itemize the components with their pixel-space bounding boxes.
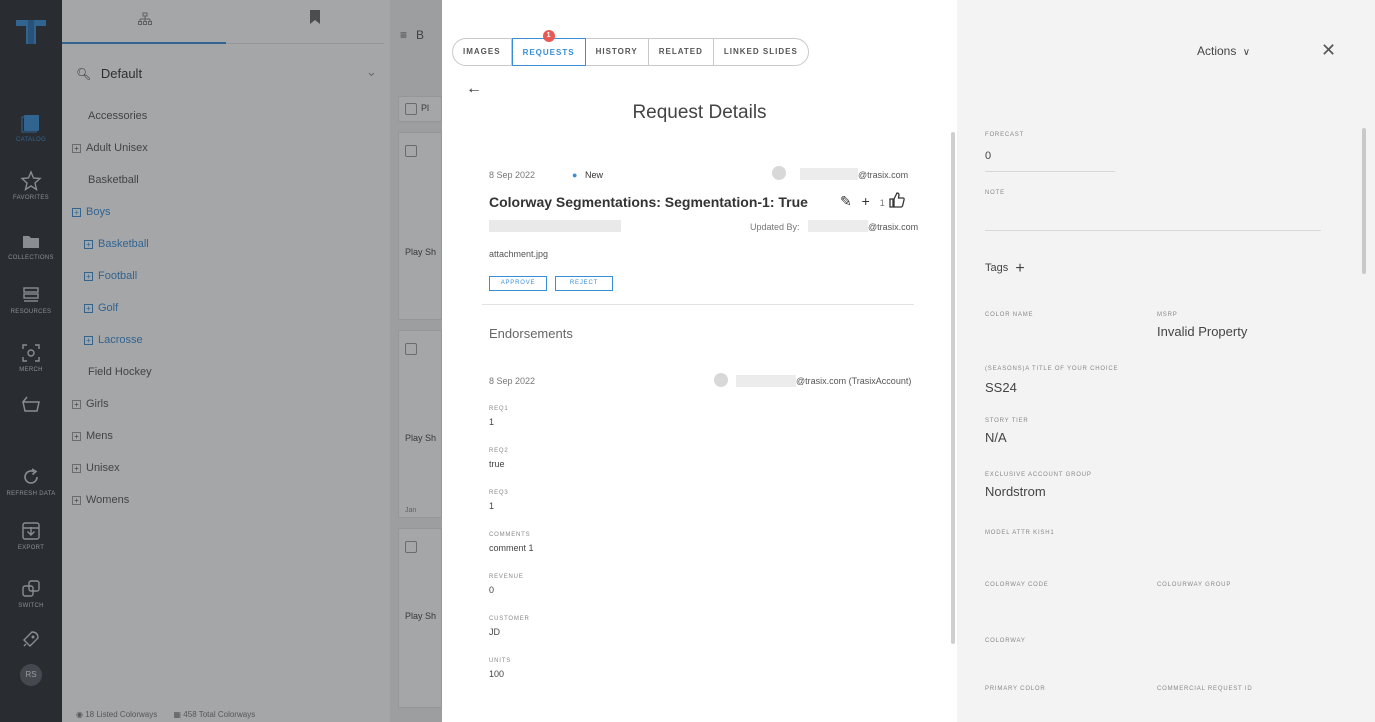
actions-dropdown[interactable]: Actions ∨ <box>1197 44 1250 58</box>
endorsement-date: 8 Sep 2022 <box>489 376 536 386</box>
tab-linked-slides[interactable]: LINKED SLIDES <box>714 39 808 65</box>
actions-label: Actions <box>1197 44 1237 58</box>
add-tag-icon[interactable]: + <box>1015 260 1024 277</box>
redacted-name <box>808 220 868 232</box>
tab-label: IMAGES <box>463 47 501 56</box>
color-name-label: COLOR NAME <box>985 312 1034 318</box>
updated-by-email: @trasix.com <box>868 222 919 232</box>
endorser-avatar <box>714 373 728 387</box>
divider <box>482 304 914 305</box>
field-value: JD <box>489 627 500 637</box>
request-details-panel: IMAGES REQUESTS 1 HISTORY RELATED LINKED SLID… <box>442 0 957 722</box>
note-input[interactable] <box>985 230 1321 231</box>
redacted-name <box>800 168 858 180</box>
request-subject: Colorway Segmentations: Segmentation-1: … <box>489 194 808 210</box>
scrollbar[interactable] <box>1362 128 1366 274</box>
field-label: REVENUE <box>489 574 524 580</box>
field-label: COMMENTS <box>489 532 531 538</box>
field-label: REQ3 <box>489 490 509 496</box>
field-label: CUSTOMER <box>489 616 530 622</box>
story-tier-label: STORY TIER <box>985 418 1029 424</box>
requester-email: @trasix.com <box>858 170 909 180</box>
field-value: 1 <box>489 501 495 511</box>
updated-by-label: Updated By: <box>750 222 800 232</box>
status-text: New <box>584 170 603 180</box>
tab-label: LINKED SLIDES <box>723 47 798 56</box>
field-value: true <box>489 459 505 469</box>
field-value: 100 <box>489 669 505 679</box>
tab-label: HISTORY <box>595 47 638 56</box>
season-label: (SEASONS)A TITLE OF YOUR CHOICE <box>985 366 1119 372</box>
notification-badge: 1 <box>542 30 555 42</box>
thumbs-up-icon[interactable] <box>888 192 905 208</box>
forecast-underline <box>985 171 1115 172</box>
like-count: 1 <box>879 198 885 208</box>
tab-images[interactable]: IMAGES <box>453 39 512 65</box>
field-label: UNITS <box>489 658 511 664</box>
model-attr-label: MODEL ATTR KISH1 <box>985 530 1055 536</box>
approve-button[interactable]: APPROVE <box>489 276 547 291</box>
colourway-group-label: COLOURWAY GROUP <box>1157 582 1232 588</box>
tags-section: Tags + <box>985 260 1025 278</box>
field-label: REQ1 <box>489 406 509 412</box>
tab-label: RELATED <box>658 47 703 56</box>
story-tier-value: N/A <box>985 430 1007 445</box>
detail-tabs: IMAGES REQUESTS 1 HISTORY RELATED LINKED SLID… <box>452 30 809 66</box>
scrollbar[interactable] <box>951 132 955 644</box>
colorway-code-label: COLORWAY CODE <box>985 582 1049 588</box>
colorway-label: COLORWAY <box>985 638 1026 644</box>
field-value: comment 1 <box>489 543 534 553</box>
request-actions: ✎ + 1 <box>840 192 905 210</box>
modal-overlay[interactable] <box>0 0 442 722</box>
note-label: NOTE <box>985 190 1005 196</box>
chevron-down-icon: ∨ <box>1242 47 1251 58</box>
field-value: 0 <box>489 585 495 595</box>
endorsements-heading: Endorsements <box>489 326 573 341</box>
request-date: 8 Sep 2022 <box>489 170 536 180</box>
tab-related[interactable]: RELATED <box>649 39 714 65</box>
endorsement-email: @trasix.com (TrasixAccount) <box>796 376 912 386</box>
season-value: SS24 <box>985 380 1017 395</box>
attachment-link[interactable]: attachment.jpg <box>489 249 548 259</box>
forecast-value[interactable]: 0 <box>985 150 991 162</box>
msrp-label: MSRP <box>1157 312 1178 318</box>
tab-history[interactable]: HISTORY <box>586 39 649 65</box>
forecast-label: FORECAST <box>985 132 1025 138</box>
tags-label: Tags <box>985 262 1009 274</box>
app-window: CATALOG FAVORITES COLLECTIONS RESOURCES MERC… <box>0 0 1375 722</box>
close-icon[interactable]: ✕ <box>1321 40 1336 61</box>
tab-requests[interactable]: REQUESTS 1 <box>511 30 586 66</box>
field-value: 1 <box>489 417 495 427</box>
properties-panel: Actions ∨ ✕ FORECAST 0 NOTE Tags + COLOR… <box>957 0 1375 722</box>
edit-pencil-icon[interactable]: ✎ <box>840 193 852 209</box>
tab-label: REQUESTS <box>522 48 575 57</box>
status-badge: ● New <box>572 170 603 180</box>
exclusive-value: Nordstrom <box>985 484 1046 499</box>
msrp-value: Invalid Property <box>1157 324 1248 339</box>
redacted-name <box>736 375 796 387</box>
redacted-field <box>489 220 621 232</box>
commercial-request-label: COMMERCIAL REQUEST ID <box>1157 686 1253 692</box>
status-dot: ● <box>572 170 578 180</box>
primary-color-label: PRIMARY COLOR <box>985 686 1046 692</box>
page-title: Request Details <box>632 102 767 123</box>
back-arrow-icon[interactable]: ← <box>466 80 482 98</box>
reject-button[interactable]: REJECT <box>555 276 613 291</box>
exclusive-label: EXCLUSIVE ACCOUNT GROUP <box>985 472 1092 478</box>
plus-icon[interactable]: + <box>862 193 870 209</box>
field-label: REQ2 <box>489 448 509 454</box>
requester-avatar <box>772 166 786 180</box>
